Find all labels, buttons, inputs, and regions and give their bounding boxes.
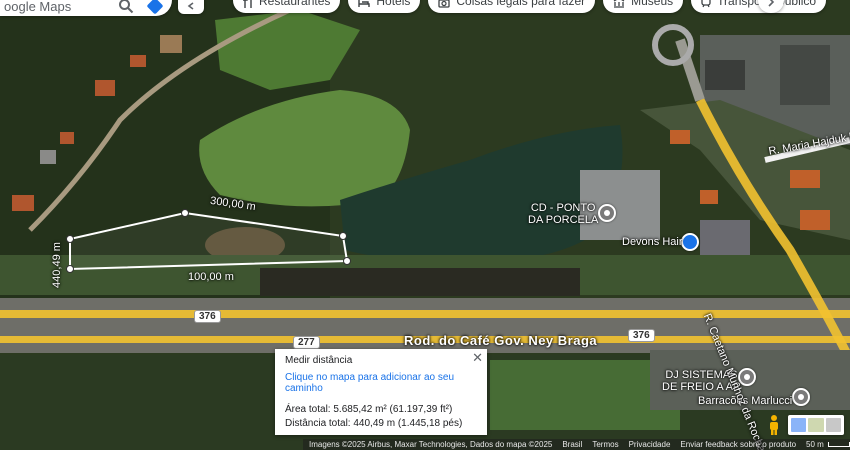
train-icon <box>701 0 711 8</box>
camera-icon <box>438 0 451 8</box>
scale-bar-line <box>827 442 850 447</box>
shopping-bag-pin-icon[interactable] <box>681 233 699 251</box>
chip-things-to-do[interactable]: Coisas legais para fazer <box>428 0 596 13</box>
place-pin-icon[interactable] <box>598 204 616 222</box>
poi-label-devons-hair[interactable]: Devons Hair <box>622 236 683 248</box>
chevron-left-icon <box>187 2 194 10</box>
measure-segment-label-left: 440,49 m <box>50 242 63 288</box>
layer-thumbnail[interactable] <box>825 418 841 432</box>
place-pin-icon[interactable] <box>792 388 810 406</box>
category-chips: Restaurantes Hotéis Coisas legais para f… <box>233 0 827 13</box>
privacy-link[interactable]: Privacidade <box>629 440 671 449</box>
country-link[interactable]: Brasil <box>562 440 582 449</box>
measure-distance-panel: Medir distância Clique no mapa para adic… <box>275 349 487 435</box>
chip-label: Restaurantes <box>259 0 331 8</box>
layer-thumbnail[interactable] <box>808 418 824 432</box>
measure-segment-label-bottom: 100,00 m <box>188 271 234 283</box>
museum-icon <box>613 0 625 8</box>
measure-title: Medir distância <box>285 355 353 366</box>
feedback-link[interactable]: Enviar feedback sobre o produto <box>680 440 796 449</box>
highway-shield: 376 <box>194 310 221 323</box>
chevron-right-icon <box>768 0 775 7</box>
terms-link[interactable]: Termos <box>592 440 618 449</box>
chip-restaurants[interactable]: Restaurantes <box>233 0 341 13</box>
close-icon[interactable]: ✕ <box>472 351 483 364</box>
measure-total-distance: Distância total: 440,49 m (1.445,18 pés) <box>285 418 463 429</box>
search-box[interactable]: oogle Maps <box>0 0 172 16</box>
layer-thumbnail[interactable] <box>791 418 807 432</box>
search-input[interactable]: oogle Maps <box>4 0 114 14</box>
chip-hotels[interactable]: Hotéis <box>348 0 421 13</box>
fork-knife-icon <box>243 0 252 8</box>
scale-bar[interactable]: 50 m <box>806 440 850 449</box>
highway-shield: 277 <box>293 336 320 349</box>
collapse-panel-button[interactable] <box>178 0 204 14</box>
attribution-bar: Imagens ©2025 Airbus, Maxar Technologies… <box>303 439 850 450</box>
bed-icon <box>358 0 371 7</box>
chip-museums[interactable]: Museus <box>603 0 684 13</box>
directions-icon[interactable] <box>146 0 164 15</box>
road-name-main: Rod. do Café Gov. Ney Braga <box>404 333 598 348</box>
poi-label-cd-ponto-da-porcela[interactable]: CD - PONTO DA PORCELA <box>528 202 598 226</box>
street-view-pegman-icon[interactable] <box>766 414 782 436</box>
measure-total-area: Área total: 5.685,42 m² (61.197,39 ft²) <box>285 404 453 415</box>
highway-shield: 376 <box>628 329 655 342</box>
scale-label: 50 m <box>806 440 824 449</box>
chip-label: Hotéis <box>376 0 411 8</box>
chip-label: Coisas legais para fazer <box>456 0 586 8</box>
map-layers-control[interactable] <box>788 415 844 435</box>
measure-hint: Clique no mapa para adicionar ao seu cam… <box>285 372 454 394</box>
search-icon[interactable] <box>118 0 134 14</box>
chip-label: Museus <box>631 0 674 8</box>
imagery-attribution: Imagens ©2025 Airbus, Maxar Technologies… <box>309 440 553 449</box>
